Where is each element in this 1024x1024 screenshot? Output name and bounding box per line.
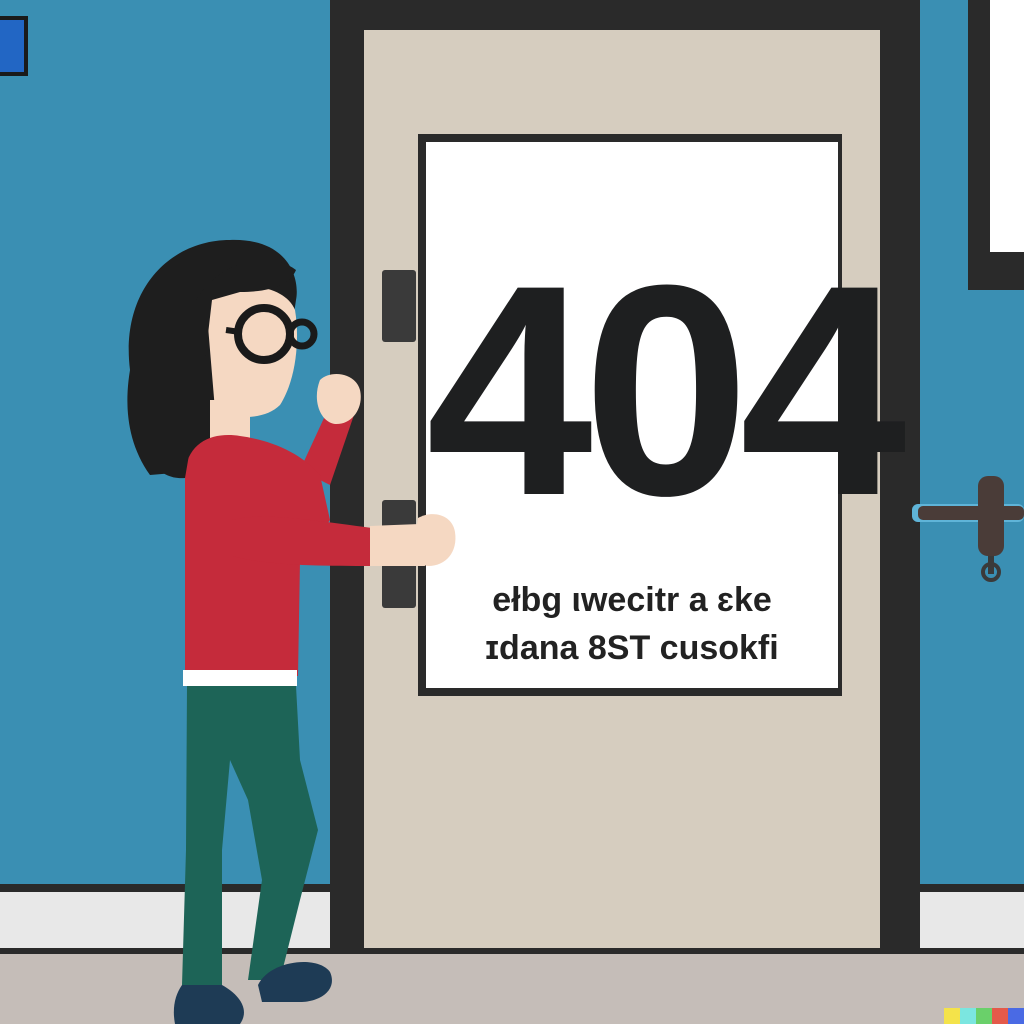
door-hinge-top [382, 270, 416, 342]
sign-404-number: 404 [426, 222, 907, 558]
scene: 404 ełbg ιwecitr a ɛke ɪdana 8ST cusokfi [0, 0, 1024, 1024]
sign-text-line-2: ɪdana 8ST cusokfi [485, 629, 779, 667]
sweater-hem [183, 670, 297, 686]
picture-canvas [990, 0, 1024, 252]
color-strip [944, 1008, 1024, 1024]
sign-text-line-1: ełbg ιwecitr a ɛke [492, 581, 772, 619]
wall-sign [0, 16, 28, 76]
floor [0, 954, 1024, 1024]
